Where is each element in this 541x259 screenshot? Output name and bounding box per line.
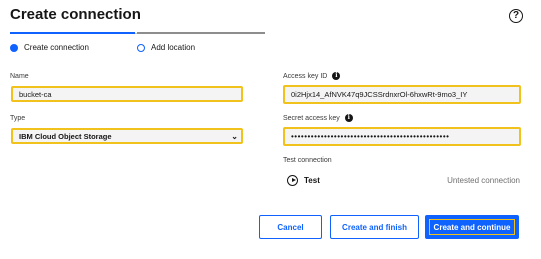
step-label: Create connection [24,43,89,52]
access-key-input[interactable]: 0i2Hjx14_AfNVK47q9JCSSrdnxrOl-6hxwRt-9mo… [283,85,521,104]
progress-step-2-bar [137,32,265,34]
pending-step-icon [137,43,145,52]
create-and-finish-button[interactable]: Create and finish [330,215,419,239]
type-select[interactable]: IBM Cloud Object Storage ⌄ [11,128,243,144]
cancel-button[interactable]: Cancel [259,215,322,239]
play-icon[interactable] [287,175,298,186]
progress-step-1-bar [10,32,135,34]
access-key-label: Access key ID i [283,72,341,80]
name-input[interactable]: bucket-ca [11,86,243,102]
current-step-icon [10,43,18,52]
test-connection-label: Test connection [283,157,332,164]
step-create-connection: Create connection [10,43,89,52]
secret-key-input[interactable]: ••••••••••••••••••••••••••••••••••••••••… [283,127,521,146]
info-icon[interactable]: i [332,72,341,80]
step-label: Add location [151,43,196,52]
step-add-location[interactable]: Add location [137,43,195,52]
connection-status: Untested connection [447,176,520,185]
focus-ring: Create and continue [429,219,515,235]
type-label: Type [10,115,26,122]
help-icon[interactable]: ? [509,9,523,23]
info-icon[interactable]: i [344,114,353,122]
create-and-continue-button[interactable]: Create and continue [425,215,519,239]
chevron-down-icon: ⌄ [231,132,238,141]
dialog-title: Create connection [10,6,141,23]
name-label: Name [10,73,29,80]
test-button[interactable]: Test [304,176,320,185]
secret-key-label: Secret access key i [283,114,353,122]
